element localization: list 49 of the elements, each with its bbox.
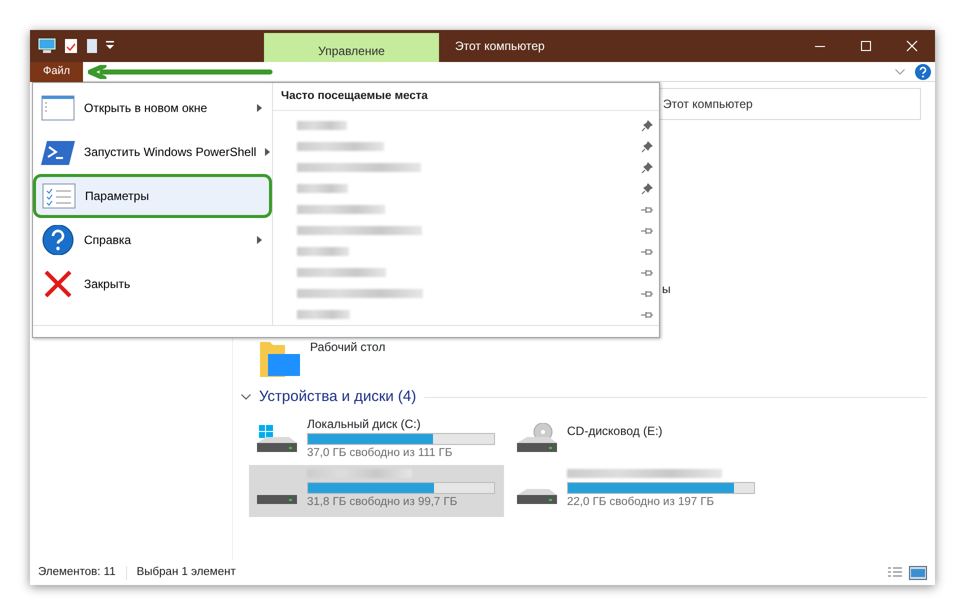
pinned-icon[interactable] [641, 182, 653, 195]
computer-icon[interactable] [38, 38, 56, 54]
help-icon[interactable] [915, 64, 931, 80]
drive-item[interactable]: CD-дисковод (E:) [509, 412, 764, 464]
address-bar[interactable]: Этот компьютер [658, 88, 921, 120]
free-space: 31,8 ГБ свободно из 99,7 ГБ [307, 495, 458, 510]
section-header: Часто посещаемые места [273, 83, 659, 112]
item-count: Элементов: 11 [38, 564, 116, 580]
file-tab[interactable]: Файл [30, 62, 84, 82]
window-icon [41, 93, 75, 123]
folder-name[interactable]: Рабочий стол [310, 338, 386, 382]
drive-name: CD-дисковод (E:) [567, 422, 662, 440]
free-space: 37,0 ГБ свободно из 111 ГБ [307, 446, 454, 461]
properties-icon[interactable] [64, 38, 78, 54]
free-space: 22,0 ГБ свободно из 197 ГБ [567, 495, 716, 510]
menu-item[interactable]: Запустить Windows PowerShell [33, 130, 272, 174]
drive-name: Локальный диск (C:) [307, 416, 422, 433]
pinned-icon[interactable] [641, 162, 653, 174]
pinned-icon[interactable] [641, 140, 653, 153]
large-icons-view-icon[interactable] [909, 566, 927, 580]
window-title: Этот компьютер [455, 38, 546, 55]
submenu-arrow-icon [257, 236, 262, 244]
dropdown-icon[interactable] [106, 41, 114, 51]
drive-item[interactable]: 31,8 ГБ свободно из 99,7 ГБ [249, 464, 504, 516]
windows-drive-icon[interactable] [255, 422, 299, 454]
pinned-icon[interactable] [641, 120, 653, 132]
drive-item[interactable]: Локальный диск (C:) 37,0 ГБ свободно из 111 ГБ [249, 412, 504, 464]
menu-item[interactable]: Параметры [33, 174, 272, 218]
cd-drive-icon[interactable] [515, 422, 559, 454]
help-icon [41, 225, 75, 255]
menu-item[interactable]: Закрыть [33, 262, 272, 306]
close-icon[interactable] [906, 40, 918, 52]
details-view-icon[interactable] [887, 566, 903, 580]
context-tab[interactable]: Управление [264, 33, 439, 62]
blurred-folder-name [297, 184, 348, 194]
group-header[interactable]: Устройства и диски (4) [259, 386, 416, 408]
menu-item[interactable]: Справка [33, 218, 272, 262]
menu-item[interactable]: Открыть в новом окне [33, 86, 272, 130]
blurred-folder-name [297, 121, 347, 130]
checklist-icon [42, 181, 76, 211]
submenu-arrow-icon [257, 104, 262, 112]
submenu-arrow-icon [265, 148, 270, 156]
blurred-folder-name [297, 310, 350, 320]
maximize-icon[interactable] [860, 40, 872, 52]
drive-item[interactable]: 22,0 ГБ свободно из 197 ГБ [509, 464, 764, 516]
folder-label: ы [662, 281, 672, 298]
chevron-down-icon[interactable] [241, 394, 251, 400]
blurred-folder-name [297, 247, 349, 256]
selection-count: Выбран 1 элемент [136, 564, 236, 580]
